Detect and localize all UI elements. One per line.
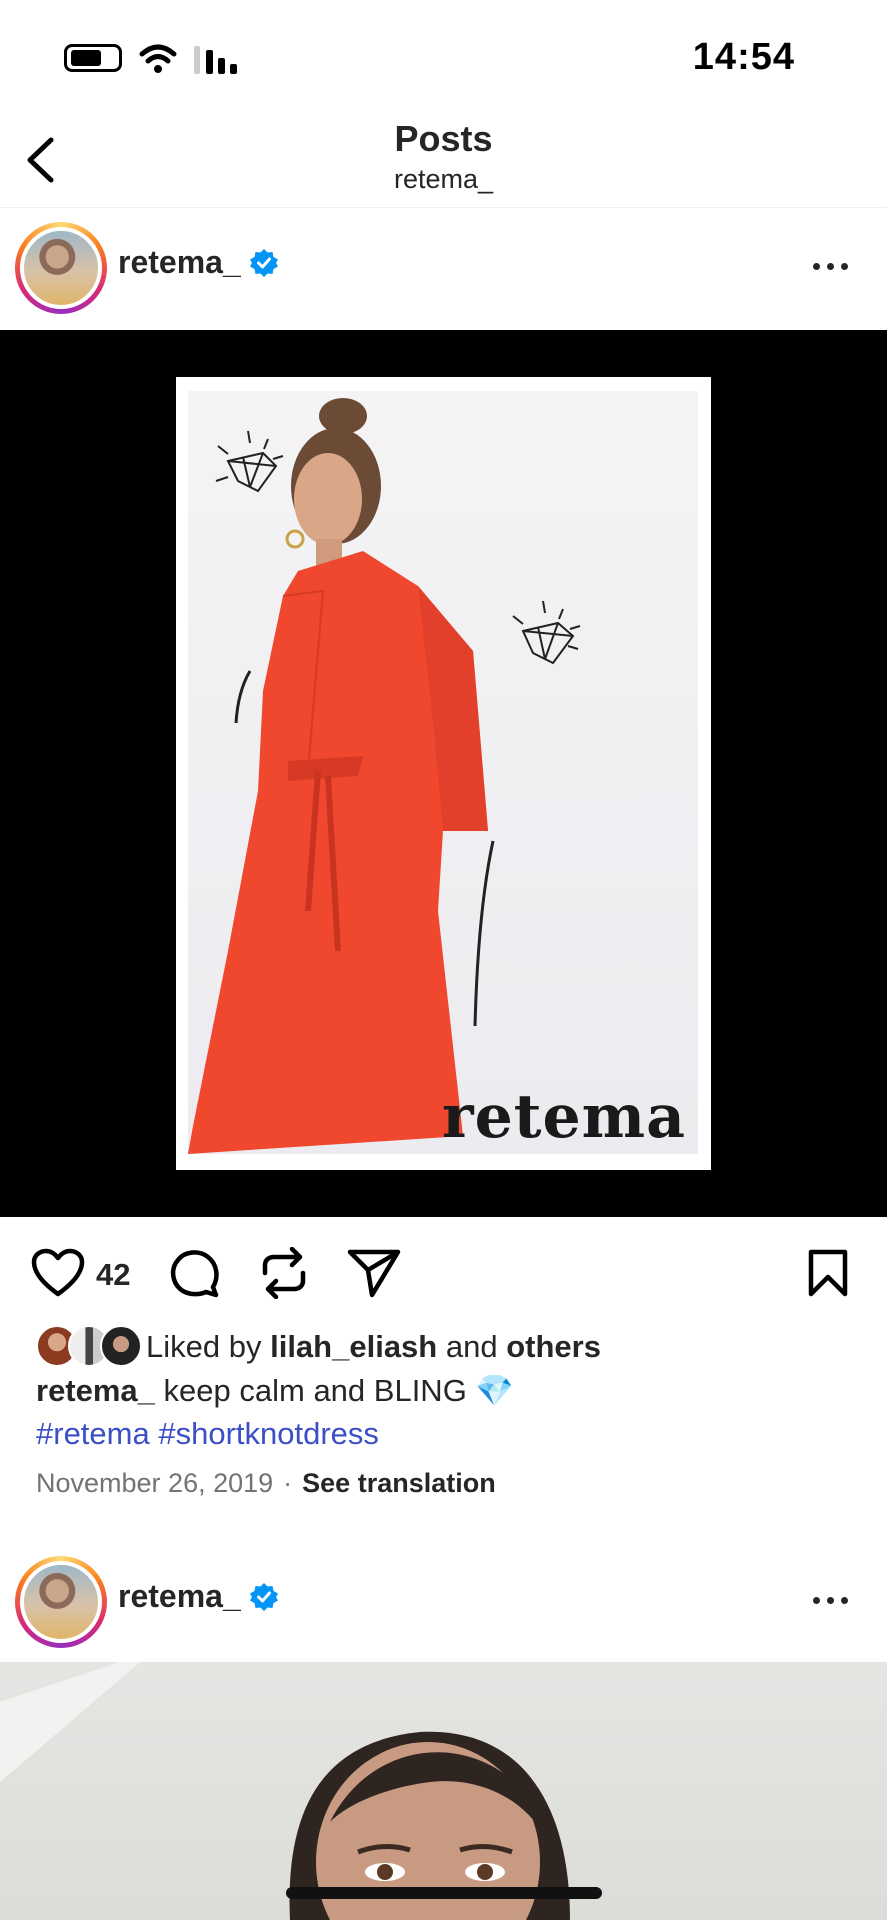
avatar-image xyxy=(20,227,102,309)
portrait-photo xyxy=(0,1662,570,1920)
post-date: November 26, 2019 xyxy=(36,1468,274,1498)
more-icon xyxy=(813,1596,820,1604)
heart-icon xyxy=(31,1248,85,1297)
avatar-image xyxy=(20,1561,102,1643)
more-icon xyxy=(813,262,820,270)
bookmark-icon xyxy=(808,1249,848,1297)
page-subtitle: retema_ xyxy=(393,164,494,194)
liked-by-text: Liked by lilah_eliash and others xyxy=(146,1329,601,1365)
liked-by-prefix: Liked by xyxy=(146,1329,262,1364)
caption-text: keep calm and BLING 💎 xyxy=(163,1373,515,1408)
avatar[interactable] xyxy=(15,1556,107,1648)
brand-logo: retema xyxy=(441,1082,686,1152)
avatar[interactable] xyxy=(15,222,107,314)
fashion-photo: retema xyxy=(188,391,698,1154)
like-button[interactable] xyxy=(30,1245,86,1301)
hashtags: #retema #shortknotdress xyxy=(36,1416,379,1452)
status-bar: 14:54 xyxy=(0,0,887,118)
see-translation-link[interactable]: See translation xyxy=(302,1468,496,1498)
page-title: Posts xyxy=(394,118,493,159)
post-image[interactable]: retema xyxy=(0,330,887,1217)
more-options-button[interactable] xyxy=(813,1588,857,1612)
post-username[interactable]: retema_ xyxy=(118,1578,241,1615)
verified-icon xyxy=(250,249,278,277)
post-image[interactable] xyxy=(0,1662,887,1920)
liker-avatars xyxy=(36,1325,142,1369)
repost-button[interactable] xyxy=(256,1245,312,1301)
wifi-icon xyxy=(139,44,177,73)
comment-button[interactable] xyxy=(166,1245,222,1301)
photo-frame: retema xyxy=(176,377,711,1170)
more-options-button[interactable] xyxy=(813,254,857,278)
home-indicator[interactable] xyxy=(286,1887,602,1899)
post-username[interactable]: retema_ xyxy=(118,244,241,281)
caption-username[interactable]: retema_ xyxy=(36,1373,155,1408)
save-button[interactable] xyxy=(800,1245,856,1301)
post-actions: 42 xyxy=(0,1217,887,1327)
battery-icon xyxy=(64,44,122,72)
status-time: 14:54 xyxy=(692,36,795,78)
post-caption: retema_ keep calm and BLING 💎 xyxy=(36,1372,514,1409)
hashtag-link[interactable]: #shortknotdress xyxy=(158,1416,379,1451)
liked-by-connector: and xyxy=(445,1329,498,1364)
liked-by-row[interactable]: Liked by lilah_eliash and others xyxy=(36,1325,601,1369)
hashtag-link[interactable]: #retema xyxy=(36,1416,150,1451)
photo-illustration xyxy=(188,398,581,1154)
liked-by-user[interactable]: lilah_eliash xyxy=(270,1329,437,1364)
verified-icon xyxy=(250,1583,278,1611)
comment-icon xyxy=(170,1250,219,1298)
post-meta: November 26, 2019 · See translation xyxy=(36,1468,496,1499)
repost-icon xyxy=(262,1247,306,1299)
top-nav-bar: Posts retema_ xyxy=(0,118,887,208)
liker-avatar xyxy=(100,1325,142,1367)
post-header: retema_ xyxy=(0,208,887,328)
share-button[interactable] xyxy=(346,1245,402,1301)
signal-icon xyxy=(194,46,237,74)
liked-by-others[interactable]: others xyxy=(506,1329,601,1364)
like-count[interactable]: 42 xyxy=(96,1257,130,1293)
separator: · xyxy=(283,1468,293,1498)
post-header: retema_ xyxy=(0,1542,887,1662)
share-icon xyxy=(347,1249,401,1298)
